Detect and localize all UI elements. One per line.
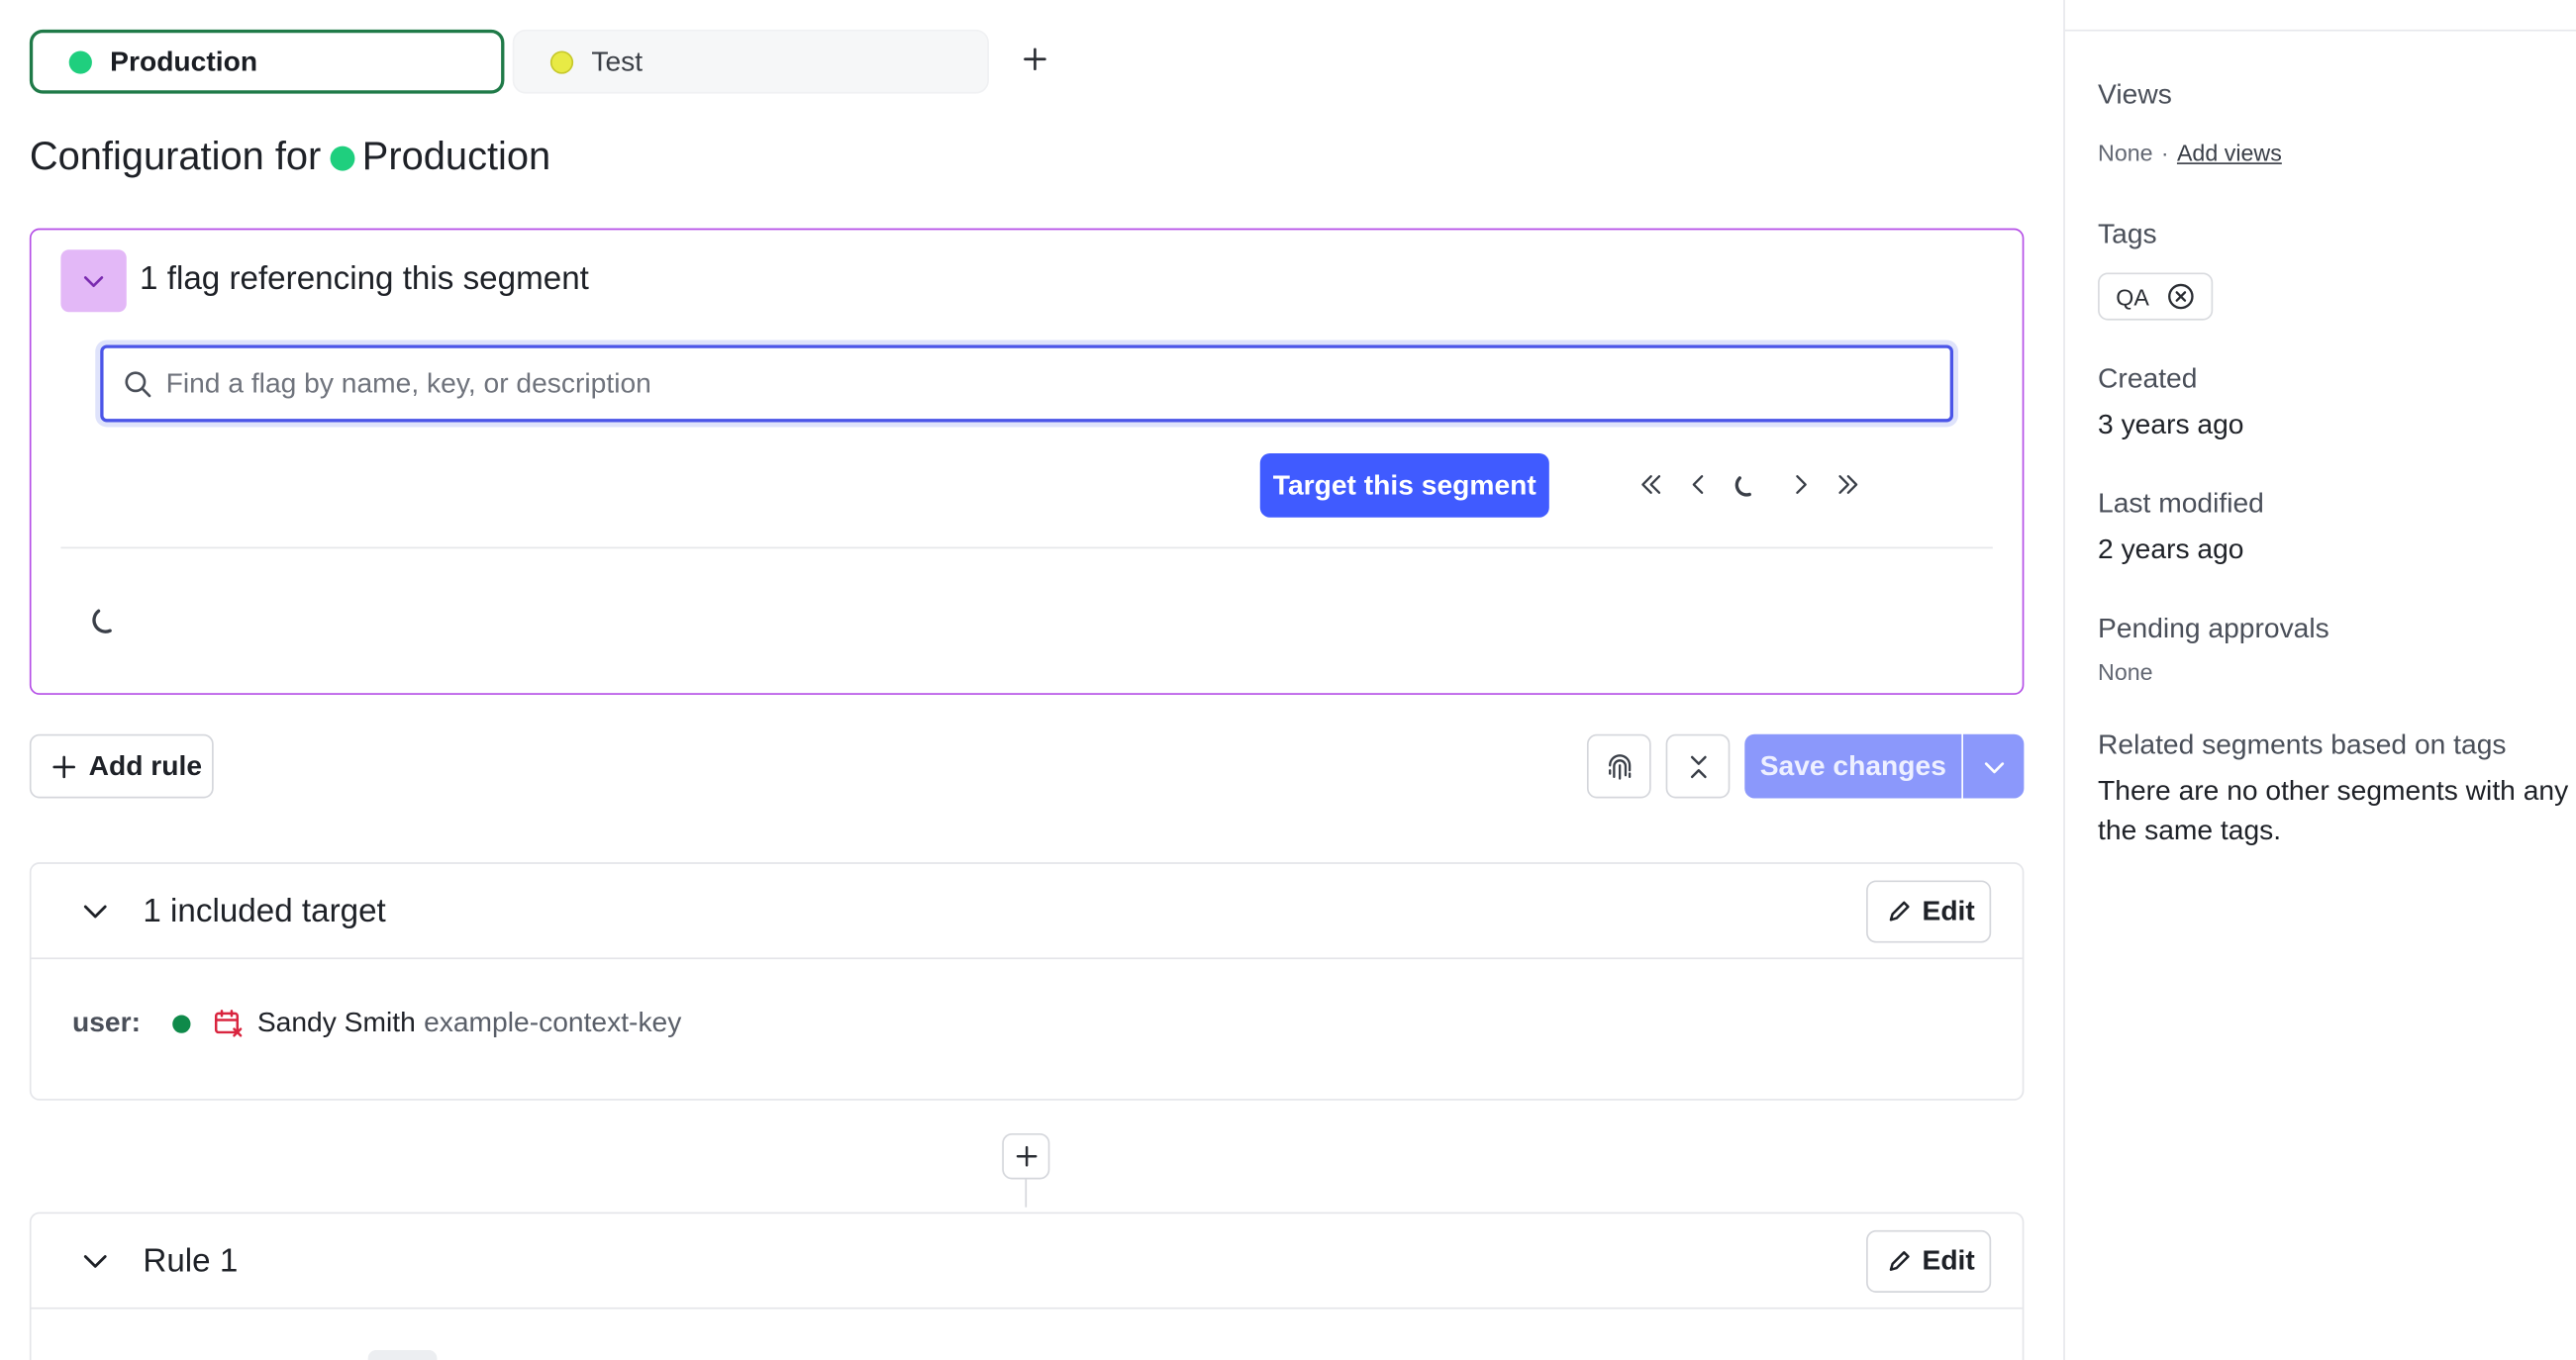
collapse-flags-button[interactable] (60, 249, 127, 313)
last-modified-label: Last modified (2098, 487, 2264, 520)
rule-1-title: Rule 1 (143, 1243, 239, 1280)
rule-clause-chip (367, 1350, 438, 1360)
edit-rule-1-button[interactable]: Edit (1866, 1229, 1992, 1293)
page-title-prefix: Configuration for (29, 135, 322, 179)
chevrons-right-icon (1838, 475, 1858, 494)
tags-label: Tags (2098, 218, 2157, 250)
context-kind-label: user: (72, 1007, 142, 1038)
flags-panel-title: 1 flag referencing this segment (140, 260, 589, 298)
views-value: None (2098, 140, 2153, 166)
toggle-rule-1[interactable] (79, 1245, 112, 1278)
last-modified-value: 2 years ago (2098, 534, 2244, 565)
collapse-all-button[interactable] (1665, 733, 1731, 799)
add-views-link[interactable]: Add views (2177, 140, 2282, 166)
first-page-button[interactable] (1635, 468, 1667, 501)
collapse-all-icon (1690, 754, 1706, 778)
next-page-button[interactable] (1784, 468, 1817, 501)
previous-page-button[interactable] (1682, 468, 1715, 501)
fingerprint-icon (1608, 753, 1631, 779)
production-status-dot (68, 49, 92, 73)
page-title-env-dot (331, 145, 356, 170)
target-name[interactable]: Sandy Smith (257, 1007, 416, 1039)
views-row: None · Add views (2098, 140, 2282, 166)
chevron-down-icon (83, 1255, 107, 1268)
edit-included-targets-button[interactable]: Edit (1866, 880, 1992, 943)
plus-icon (52, 754, 76, 778)
pending-approvals-label: Pending approvals (2098, 612, 2329, 644)
add-rule-button[interactable]: Add rule (29, 733, 214, 799)
related-segments-text-line1: There are no other segments with any of (2098, 775, 2576, 807)
created-label: Created (2098, 362, 2198, 395)
plus-icon (1015, 1145, 1037, 1167)
chevron-left-icon (1692, 475, 1704, 494)
tab-test[interactable]: Test (512, 29, 989, 94)
pencil-icon (1889, 901, 1910, 922)
flags-referencing-panel: 1 flag referencing this segment Target t… (29, 228, 2025, 695)
calendar-remove-icon (214, 1010, 242, 1037)
related-segments-label: Related segments based on tags (2098, 729, 2507, 761)
pending-approvals-value: None (2098, 658, 2153, 685)
views-label: Views (2098, 78, 2172, 111)
pencil-icon (1889, 1251, 1910, 1271)
remove-tag-icon[interactable] (2167, 282, 2195, 310)
flags-panel-divider (60, 546, 1993, 549)
last-page-button[interactable] (1832, 468, 1864, 501)
edit-label: Edit (1922, 1244, 1975, 1277)
views-separator: · (2160, 140, 2169, 166)
search-icon (125, 370, 151, 397)
related-segments-text-line2: the same tags. (2098, 815, 2282, 846)
save-options-dropdown[interactable] (1962, 733, 2025, 799)
loading-spinner-icon (92, 609, 112, 633)
rule-1-header: Rule 1 Edit (31, 1214, 2023, 1310)
included-targets-header: 1 included target Edit (31, 864, 2023, 960)
tab-production-label: Production (110, 45, 258, 77)
flag-search-box[interactable] (100, 344, 1954, 423)
toggle-included-targets[interactable] (79, 895, 112, 927)
included-targets-card: 1 included target Edit user: Sandy Smith (29, 862, 2025, 1101)
chevron-down-icon (83, 905, 107, 919)
included-target-row: user: Sandy Smith example-context-key (72, 1007, 681, 1039)
created-value: 3 years ago (2098, 409, 2244, 440)
target-key: example-context-key (424, 1007, 682, 1038)
page-title: Configuration for Production (30, 135, 550, 180)
tab-test-label: Test (591, 45, 644, 77)
chevron-right-icon (1796, 475, 1807, 494)
plus-icon (1024, 48, 1046, 71)
target-status-dot (171, 1014, 190, 1032)
chevron-down-icon (1984, 761, 2004, 773)
pagination-loading-spinner (1730, 468, 1762, 501)
rule-1-card: Rule 1 Edit (29, 1212, 2025, 1360)
main-content: Production Test Configuration for Produc… (0, 0, 2063, 1360)
test-status-dot (549, 49, 574, 73)
sidebar-top-divider (2064, 29, 2576, 32)
insert-rule-button[interactable] (1002, 1132, 1050, 1180)
flags-list-loading-spinner (90, 605, 120, 634)
chevrons-left-icon (1641, 475, 1661, 494)
rule-connector-line (1025, 1179, 1028, 1208)
details-sidebar: Views None · Add views Tags QA Created 3… (2063, 0, 2576, 1360)
included-targets-title: 1 included target (143, 893, 386, 930)
tag-label: QA (2116, 283, 2149, 310)
fingerprint-button[interactable] (1586, 733, 1651, 799)
loading-spinner-icon (1734, 476, 1751, 497)
save-changes-button[interactable]: Save changes (1744, 733, 1962, 799)
tag-chip-qa: QA (2098, 272, 2214, 321)
tab-production[interactable]: Production (29, 29, 505, 94)
page-title-env: Production (361, 135, 551, 179)
flag-search-input[interactable] (165, 366, 1908, 401)
edit-label: Edit (1922, 895, 1975, 926)
chevron-down-icon (83, 276, 104, 288)
add-environment-button[interactable] (1014, 40, 1056, 82)
add-rule-label: Add rule (88, 749, 203, 782)
target-this-segment-button[interactable]: Target this segment (1259, 452, 1549, 518)
